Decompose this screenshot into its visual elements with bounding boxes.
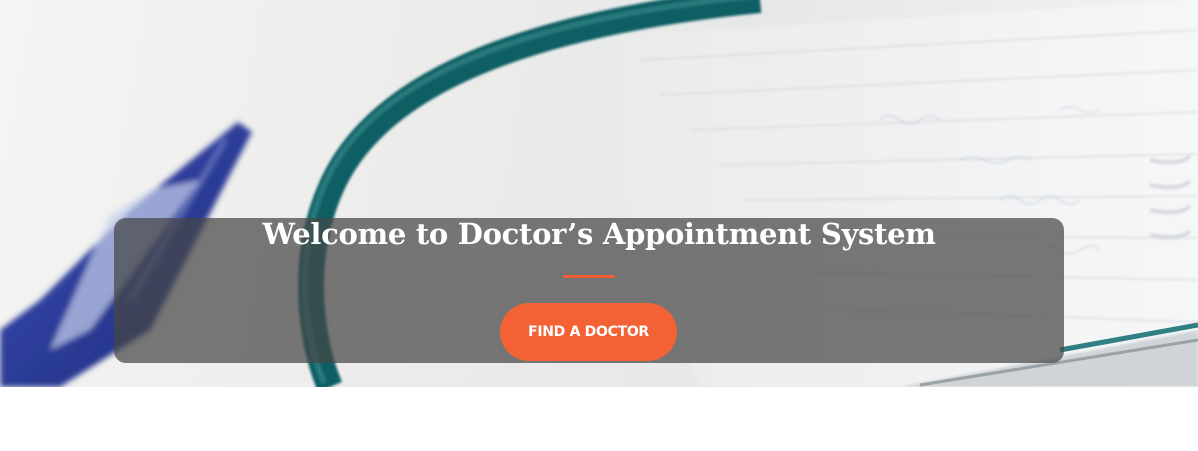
hero-title: Welcome to Doctor’s Appointment System [262, 217, 936, 251]
find-a-doctor-button[interactable]: FIND A DOCTOR [500, 303, 677, 361]
page: Welcome to Doctor’s Appointment System F… [0, 0, 1198, 451]
hero-banner: Welcome to Doctor’s Appointment System F… [0, 0, 1198, 387]
title-divider [563, 275, 615, 278]
